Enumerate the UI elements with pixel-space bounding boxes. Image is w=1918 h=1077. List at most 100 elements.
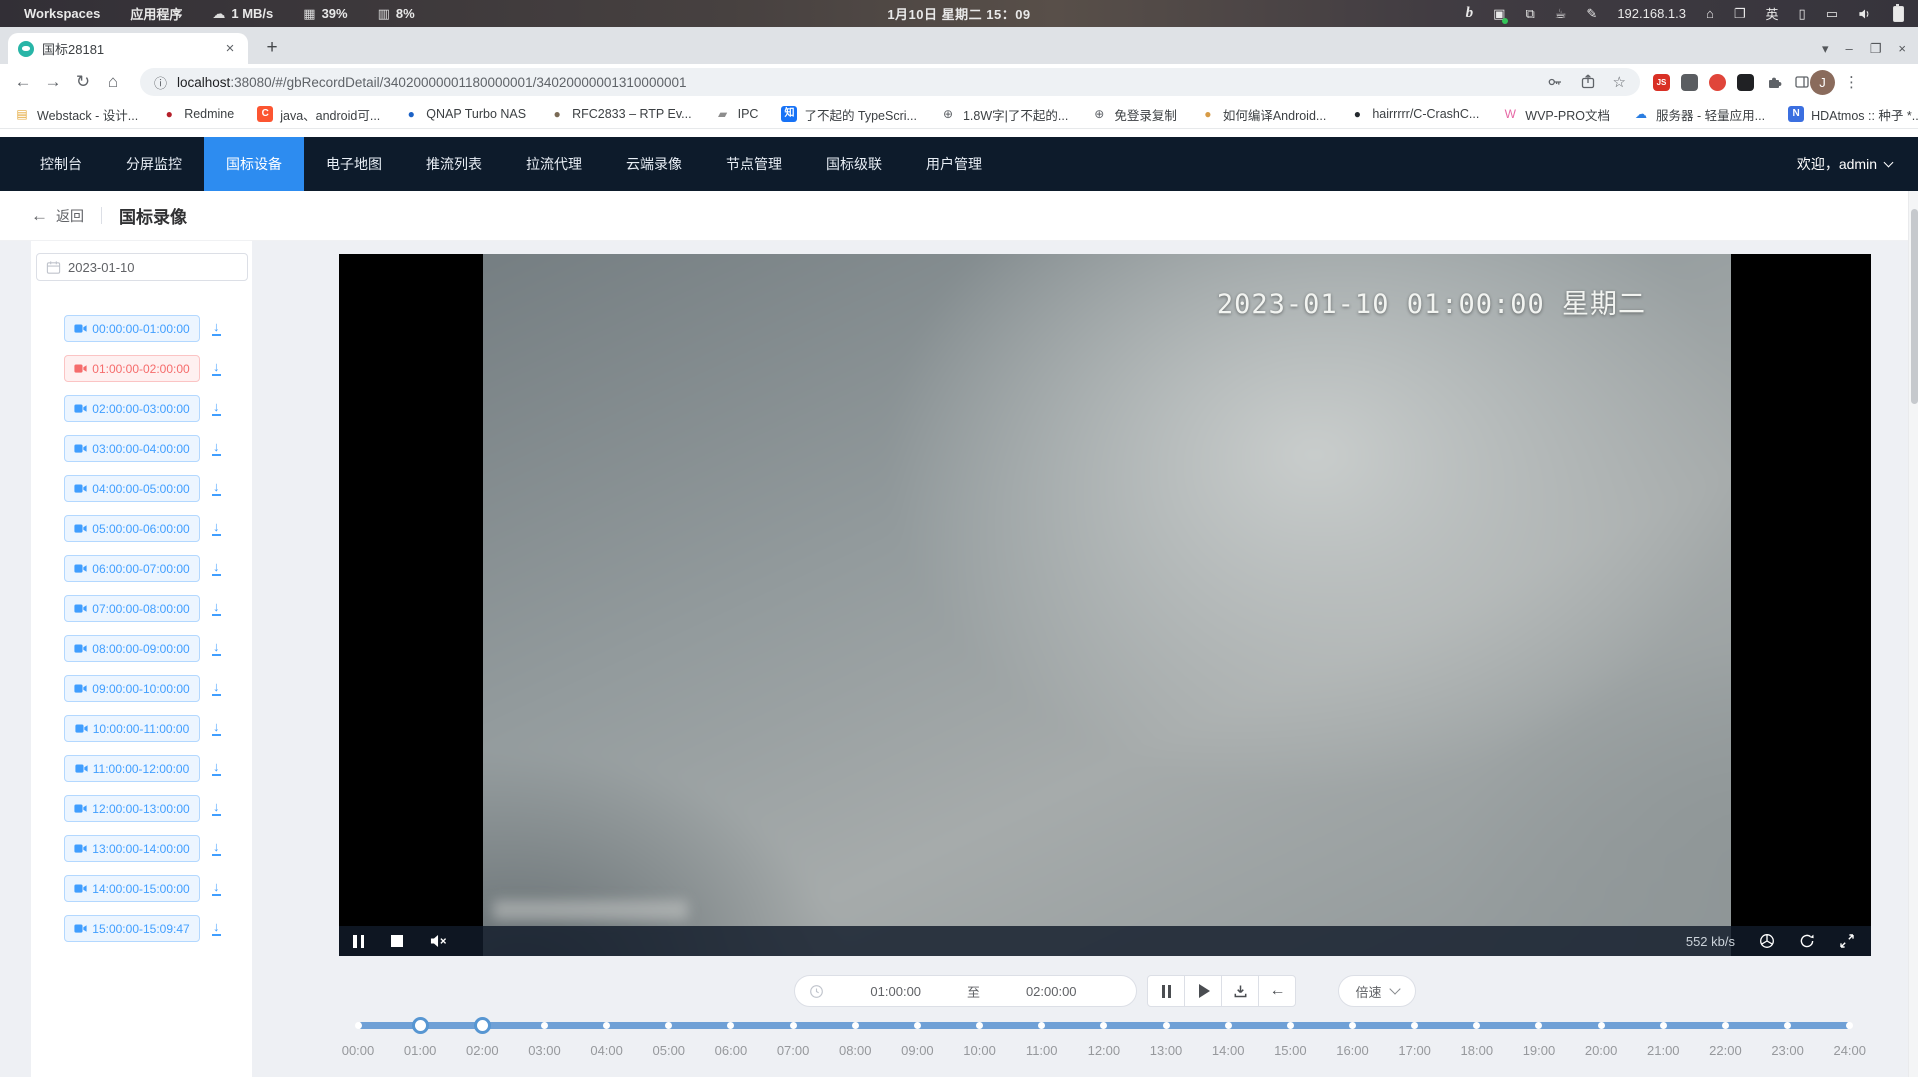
download-recording-icon[interactable]: ↓ [212,881,221,896]
clipboard-tray-icon[interactable]: ⧉ [1525,6,1534,22]
back-icon[interactable]: ← [8,72,38,92]
bookmark-item[interactable]: W WVP-PRO文档 [1502,105,1610,124]
slider-handle[interactable] [1473,1022,1480,1029]
adblock-extension-icon[interactable] [1709,74,1726,91]
window-minimize-icon[interactable]: – [1846,42,1853,55]
fullscreen-icon[interactable] [1839,933,1855,949]
download-recording-icon[interactable]: ↓ [212,841,221,856]
bookmark-item[interactable]: ⊕ 免登录复制 [1091,105,1177,124]
slider-handle[interactable] [1100,1022,1107,1029]
coffee-tray-icon[interactable]: ☕ [1555,6,1567,22]
slider-handle[interactable] [1038,1022,1045,1029]
back-arrow-icon[interactable]: ← [31,206,48,226]
nav-item[interactable]: 分屏监控 [104,137,204,191]
nav-item[interactable]: 控制台 [18,137,104,191]
slider-handle[interactable] [1660,1022,1667,1029]
recording-range-button[interactable]: 10:00:00-11:00:00 [64,715,200,742]
download-recording-icon[interactable]: ↓ [212,401,221,416]
recording-range-button[interactable]: 13:00:00-14:00:00 [64,835,200,862]
player-mute-icon[interactable] [430,934,447,948]
bookmark-item[interactable]: ● 如何编译Android... [1200,105,1327,124]
end-time-value[interactable]: 02:00:00 [980,984,1123,999]
recording-range-button[interactable]: 09:00:00-10:00:00 [64,675,200,702]
slider-handle[interactable] [603,1022,610,1029]
side-panel-icon[interactable] [1793,74,1810,91]
tab-close-icon[interactable]: × [222,40,238,57]
recording-range-button[interactable]: 00:00:00-01:00:00 [64,315,200,342]
seek-back-button[interactable]: ← [1258,975,1296,1007]
new-tab-button[interactable]: + [260,36,284,60]
download-recording-icon[interactable]: ↓ [212,601,221,616]
play-button[interactable] [1184,975,1222,1007]
share-icon[interactable] [1580,74,1596,90]
download-button[interactable] [1221,975,1259,1007]
pause-button[interactable] [1147,975,1185,1007]
window-close-icon[interactable]: × [1898,42,1906,55]
slider-handle[interactable] [790,1022,797,1029]
date-picker-input[interactable]: 2023-01-10 [36,253,248,281]
pen-tray-icon[interactable]: ✎ [1586,6,1597,22]
scrollbar-thumb[interactable] [1911,209,1918,404]
js-extension-icon[interactable]: JS [1653,74,1670,91]
time-range-input[interactable]: 01:00:00 至 02:00:00 [794,975,1137,1007]
nav-item[interactable]: 云端录像 [604,137,704,191]
download-recording-icon[interactable]: ↓ [212,441,221,456]
download-recording-icon[interactable]: ↓ [212,521,221,536]
player-stop-icon[interactable] [391,935,403,947]
nav-item[interactable]: 国标设备 [204,137,304,191]
slider-handle[interactable] [1287,1022,1294,1029]
nav-item[interactable]: 用户管理 [904,137,1004,191]
start-time-value[interactable]: 01:00:00 [824,984,967,999]
applications-button[interactable]: 应用程序 [130,4,182,23]
profile-avatar[interactable]: J [1810,70,1835,95]
slider-handle[interactable] [914,1022,921,1029]
slider-handle[interactable] [541,1022,548,1029]
site-info-icon[interactable]: ⓘ [154,73,167,92]
bookmark-item[interactable]: ● RFC2833 – RTP Ev... [549,106,692,122]
reload-icon[interactable]: ↻ [68,72,98,92]
workspaces-button[interactable]: Workspaces [24,6,100,21]
window-restore-icon[interactable]: ❐ [1870,42,1882,55]
nav-item[interactable]: 节点管理 [704,137,804,191]
slider-handle[interactable] [727,1022,734,1029]
window-chevron-icon[interactable]: ▾ [1822,42,1829,55]
address-bar[interactable]: ⓘ localhost :38080/#/gbRecordDetail/3402… [140,68,1640,96]
tablet-tray-icon[interactable]: ▯ [1799,6,1806,22]
slider-handle[interactable] [412,1017,429,1034]
home-tray-icon[interactable]: ⌂ [1706,6,1714,21]
recording-range-button[interactable]: 07:00:00-08:00:00 [64,595,200,622]
download-recording-icon[interactable]: ↓ [212,321,221,336]
download-recording-icon[interactable]: ↓ [212,681,221,696]
battery-icon[interactable] [1893,6,1904,22]
snapshot-icon[interactable] [1759,933,1775,949]
nav-item[interactable]: 推流列表 [404,137,504,191]
page-scrollbar[interactable] [1908,191,1918,1077]
bookmark-item[interactable]: ▰ IPC [715,106,759,122]
extensions-puzzle-icon[interactable] [1765,74,1782,91]
forward-icon[interactable]: → [38,72,68,92]
user-menu[interactable]: 欢迎，admin [1797,154,1892,174]
recording-range-button[interactable]: 14:00:00-15:00:00 [64,875,200,902]
nav-item[interactable]: 拉流代理 [504,137,604,191]
recording-range-button[interactable]: 15:00:00-15:09:47 [64,915,200,942]
download-recording-icon[interactable]: ↓ [212,721,221,736]
slider-handle[interactable] [355,1022,362,1029]
recording-range-button[interactable]: 06:00:00-07:00:00 [64,555,200,582]
bookmark-item[interactable]: ● Redmine [161,106,234,122]
recording-range-button[interactable]: 12:00:00-13:00:00 [64,795,200,822]
display-tray-icon[interactable]: ▭ [1826,6,1838,22]
input-language-indicator[interactable]: 英 [1766,4,1779,23]
bing-tray-icon[interactable]: b [1466,5,1474,22]
screenshot-extension-icon[interactable] [1737,74,1754,91]
bookmark-item[interactable]: ⊕ 1.8W字|了不起的... [940,105,1068,124]
home-icon[interactable]: ⌂ [98,72,128,92]
bookmark-item[interactable]: ☁ 服务器 - 轻量应用... [1633,105,1765,124]
windows-tray-icon[interactable]: ❐ [1734,6,1746,22]
bookmark-item[interactable]: C java、android可... [257,105,380,124]
download-recording-icon[interactable]: ↓ [212,641,221,656]
nav-item[interactable]: 电子地图 [304,137,404,191]
bookmark-star-icon[interactable]: ☆ [1613,73,1626,91]
slider-handle[interactable] [852,1022,859,1029]
slider-handle[interactable] [1784,1022,1791,1029]
player-pause-icon[interactable] [353,935,364,948]
